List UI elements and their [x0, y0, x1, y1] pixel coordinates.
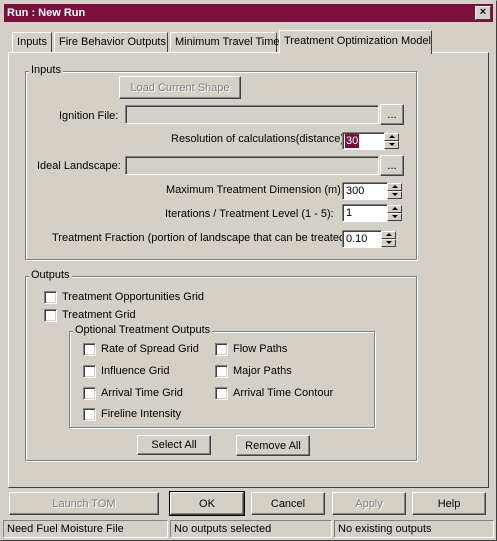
treatment-grid-checkbox[interactable]	[44, 309, 57, 322]
title-bar[interactable]: Run : New Run ×	[4, 4, 493, 22]
launch-tom-button[interactable]: Launch TOM	[9, 492, 159, 515]
ideal-landscape-label: Ideal Landscape:	[37, 160, 121, 172]
spinner-down-icon[interactable]	[387, 191, 402, 199]
spinner-up-icon[interactable]	[387, 183, 402, 191]
spinner-up-icon[interactable]	[384, 133, 399, 141]
spinner-up-icon[interactable]	[387, 205, 402, 213]
status-middle-text: No outputs selected	[174, 523, 272, 535]
treatment-fraction-input[interactable]: 0.10	[342, 230, 382, 248]
iterations-label: Iterations / Treatment Level (1 - 5):	[165, 208, 334, 220]
spinner-down-icon[interactable]	[381, 239, 396, 247]
inputs-group-label: Inputs	[29, 64, 63, 77]
tab-minimum-travel-time-label: Minimum Travel Time	[175, 36, 280, 48]
major-paths-label: Major Paths	[233, 365, 292, 377]
status-left: Need Fuel Moisture File	[3, 520, 168, 538]
close-icon[interactable]: ×	[475, 6, 491, 20]
cancel-button[interactable]: Cancel	[251, 492, 325, 515]
ignition-file-label: Ignition File:	[59, 110, 119, 122]
apply-button[interactable]: Apply	[332, 492, 406, 515]
status-right: No existing outputs	[334, 520, 494, 538]
arrival-time-grid-label: Arrival Time Grid	[101, 387, 183, 399]
tab-panel: Inputs Load Current Shape Ignition File:…	[8, 52, 489, 488]
ideal-landscape-browse-button[interactable]: ...	[380, 155, 404, 176]
fireline-intensity-label: Fireline Intensity	[101, 408, 182, 420]
iterations-input[interactable]: 1	[342, 204, 388, 222]
ideal-landscape-field[interactable]	[125, 156, 379, 175]
flow-paths-label: Flow Paths	[233, 343, 288, 355]
ignition-file-browse-button[interactable]: ...	[380, 104, 404, 125]
arrival-time-contour-label: Arrival Time Contour	[233, 387, 334, 399]
rate-of-spread-checkbox[interactable]	[83, 343, 96, 356]
remove-all-button[interactable]: Remove All	[236, 435, 310, 456]
major-paths-checkbox[interactable]	[215, 365, 228, 378]
arrival-time-grid-checkbox[interactable]	[83, 387, 96, 400]
influence-grid-checkbox[interactable]	[83, 365, 96, 378]
spinner-down-icon[interactable]	[384, 141, 399, 149]
tab-treatment-optimization-model-label: Treatment Optimization Model	[284, 35, 431, 47]
max-treatment-dimension-label: Maximum Treatment Dimension (m):	[166, 184, 344, 196]
tab-fire-behavior-outputs[interactable]: Fire Behavior Outputs	[54, 32, 168, 52]
tab-minimum-travel-time[interactable]: Minimum Travel Time	[170, 32, 280, 52]
max-treatment-dimension-input[interactable]: 300	[342, 182, 388, 200]
help-button[interactable]: Help	[412, 492, 486, 515]
status-left-text: Need Fuel Moisture File	[7, 523, 124, 535]
treatment-fraction-value: 0.10	[346, 233, 368, 245]
resolution-value: 30	[345, 134, 360, 148]
run-dialog-window: Run : New Run × Inputs Fire Behavior Out…	[0, 0, 497, 541]
spinner-up-icon[interactable]	[381, 231, 396, 239]
influence-grid-label: Influence Grid	[101, 365, 170, 377]
tab-inputs[interactable]: Inputs	[12, 32, 52, 52]
resolution-input[interactable]: 30	[342, 132, 385, 150]
ignition-file-field[interactable]	[125, 105, 379, 124]
window-title: Run : New Run	[7, 7, 86, 19]
select-all-button[interactable]: Select All	[137, 435, 211, 455]
outputs-group-label: Outputs	[29, 269, 72, 282]
arrival-time-contour-checkbox[interactable]	[215, 387, 228, 400]
fireline-intensity-checkbox[interactable]	[83, 408, 96, 421]
tab-inputs-label: Inputs	[17, 36, 47, 48]
flow-paths-checkbox[interactable]	[215, 343, 228, 356]
tab-fire-behavior-outputs-label: Fire Behavior Outputs	[59, 36, 166, 48]
spinner-down-icon[interactable]	[387, 213, 402, 221]
optional-outputs-group-label: Optional Treatment Outputs	[73, 324, 213, 337]
status-middle: No outputs selected	[170, 520, 332, 538]
tab-treatment-optimization-model[interactable]: Treatment Optimization Model	[279, 30, 432, 54]
treatment-fraction-label: Treatment Fraction (portion of landscape…	[52, 232, 352, 244]
max-treatment-dimension-value: 300	[346, 185, 365, 197]
resolution-label: Resolution of calculations(distance):	[171, 133, 348, 145]
treatment-opportunities-checkbox[interactable]	[44, 291, 57, 304]
treatment-grid-label: Treatment Grid	[62, 309, 136, 321]
ok-button[interactable]: OK	[169, 491, 245, 516]
iterations-value: 1	[346, 207, 353, 219]
rate-of-spread-label: Rate of Spread Grid	[101, 343, 199, 355]
treatment-opportunities-label: Treatment Opportunities Grid	[62, 291, 205, 303]
status-right-text: No existing outputs	[338, 523, 432, 535]
load-current-shape-button[interactable]: Load Current Shape	[119, 76, 241, 99]
